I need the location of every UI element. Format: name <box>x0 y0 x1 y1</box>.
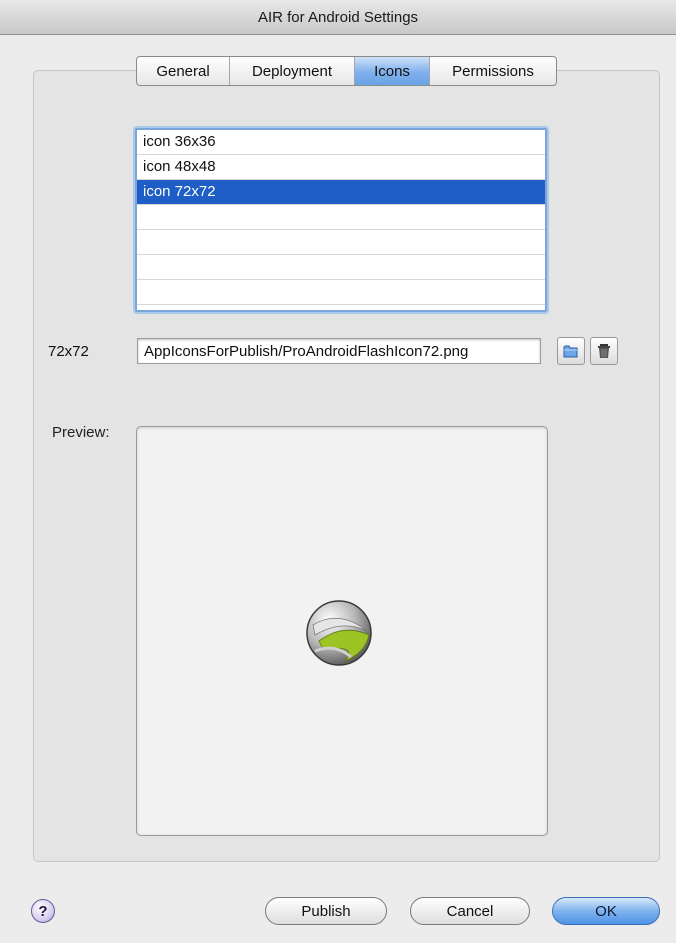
list-item-icon-36[interactable]: icon 36x36 <box>137 130 545 155</box>
trash-icon <box>598 344 610 358</box>
list-item-icon-48[interactable]: icon 48x48 <box>137 155 545 180</box>
tab-icons[interactable]: Icons <box>355 57 430 85</box>
preview-area <box>136 426 548 836</box>
tab-permissions[interactable]: Permissions <box>430 57 556 85</box>
list-item-empty[interactable] <box>137 230 545 255</box>
tab-general[interactable]: General <box>137 57 230 85</box>
ok-button[interactable]: OK <box>552 897 660 925</box>
list-item-empty[interactable] <box>137 255 545 280</box>
preview-label: Preview: <box>52 424 110 441</box>
list-item-empty[interactable] <box>137 280 545 305</box>
cancel-button[interactable]: Cancel <box>410 897 530 925</box>
delete-button[interactable] <box>590 337 618 365</box>
folder-icon <box>563 345 578 358</box>
icon-path-field[interactable]: AppIconsForPublish/ProAndroidFlashIcon72… <box>137 338 541 364</box>
help-button[interactable]: ? <box>31 899 55 923</box>
icon-list[interactable]: icon 36x36 icon 48x48 icon 72x72 <box>135 128 547 312</box>
list-item-icon-72[interactable]: icon 72x72 <box>137 180 545 205</box>
list-item-empty[interactable] <box>137 205 545 230</box>
icon-size-label: 72x72 <box>48 343 89 360</box>
browse-button[interactable] <box>557 337 585 365</box>
tab-deployment[interactable]: Deployment <box>230 57 355 85</box>
tab-bar: General Deployment Icons Permissions <box>136 56 557 86</box>
title-bar: AIR for Android Settings <box>0 0 676 35</box>
app-globe-icon <box>306 600 372 666</box>
window-title: AIR for Android Settings <box>257 8 419 26</box>
publish-button[interactable]: Publish <box>265 897 387 925</box>
